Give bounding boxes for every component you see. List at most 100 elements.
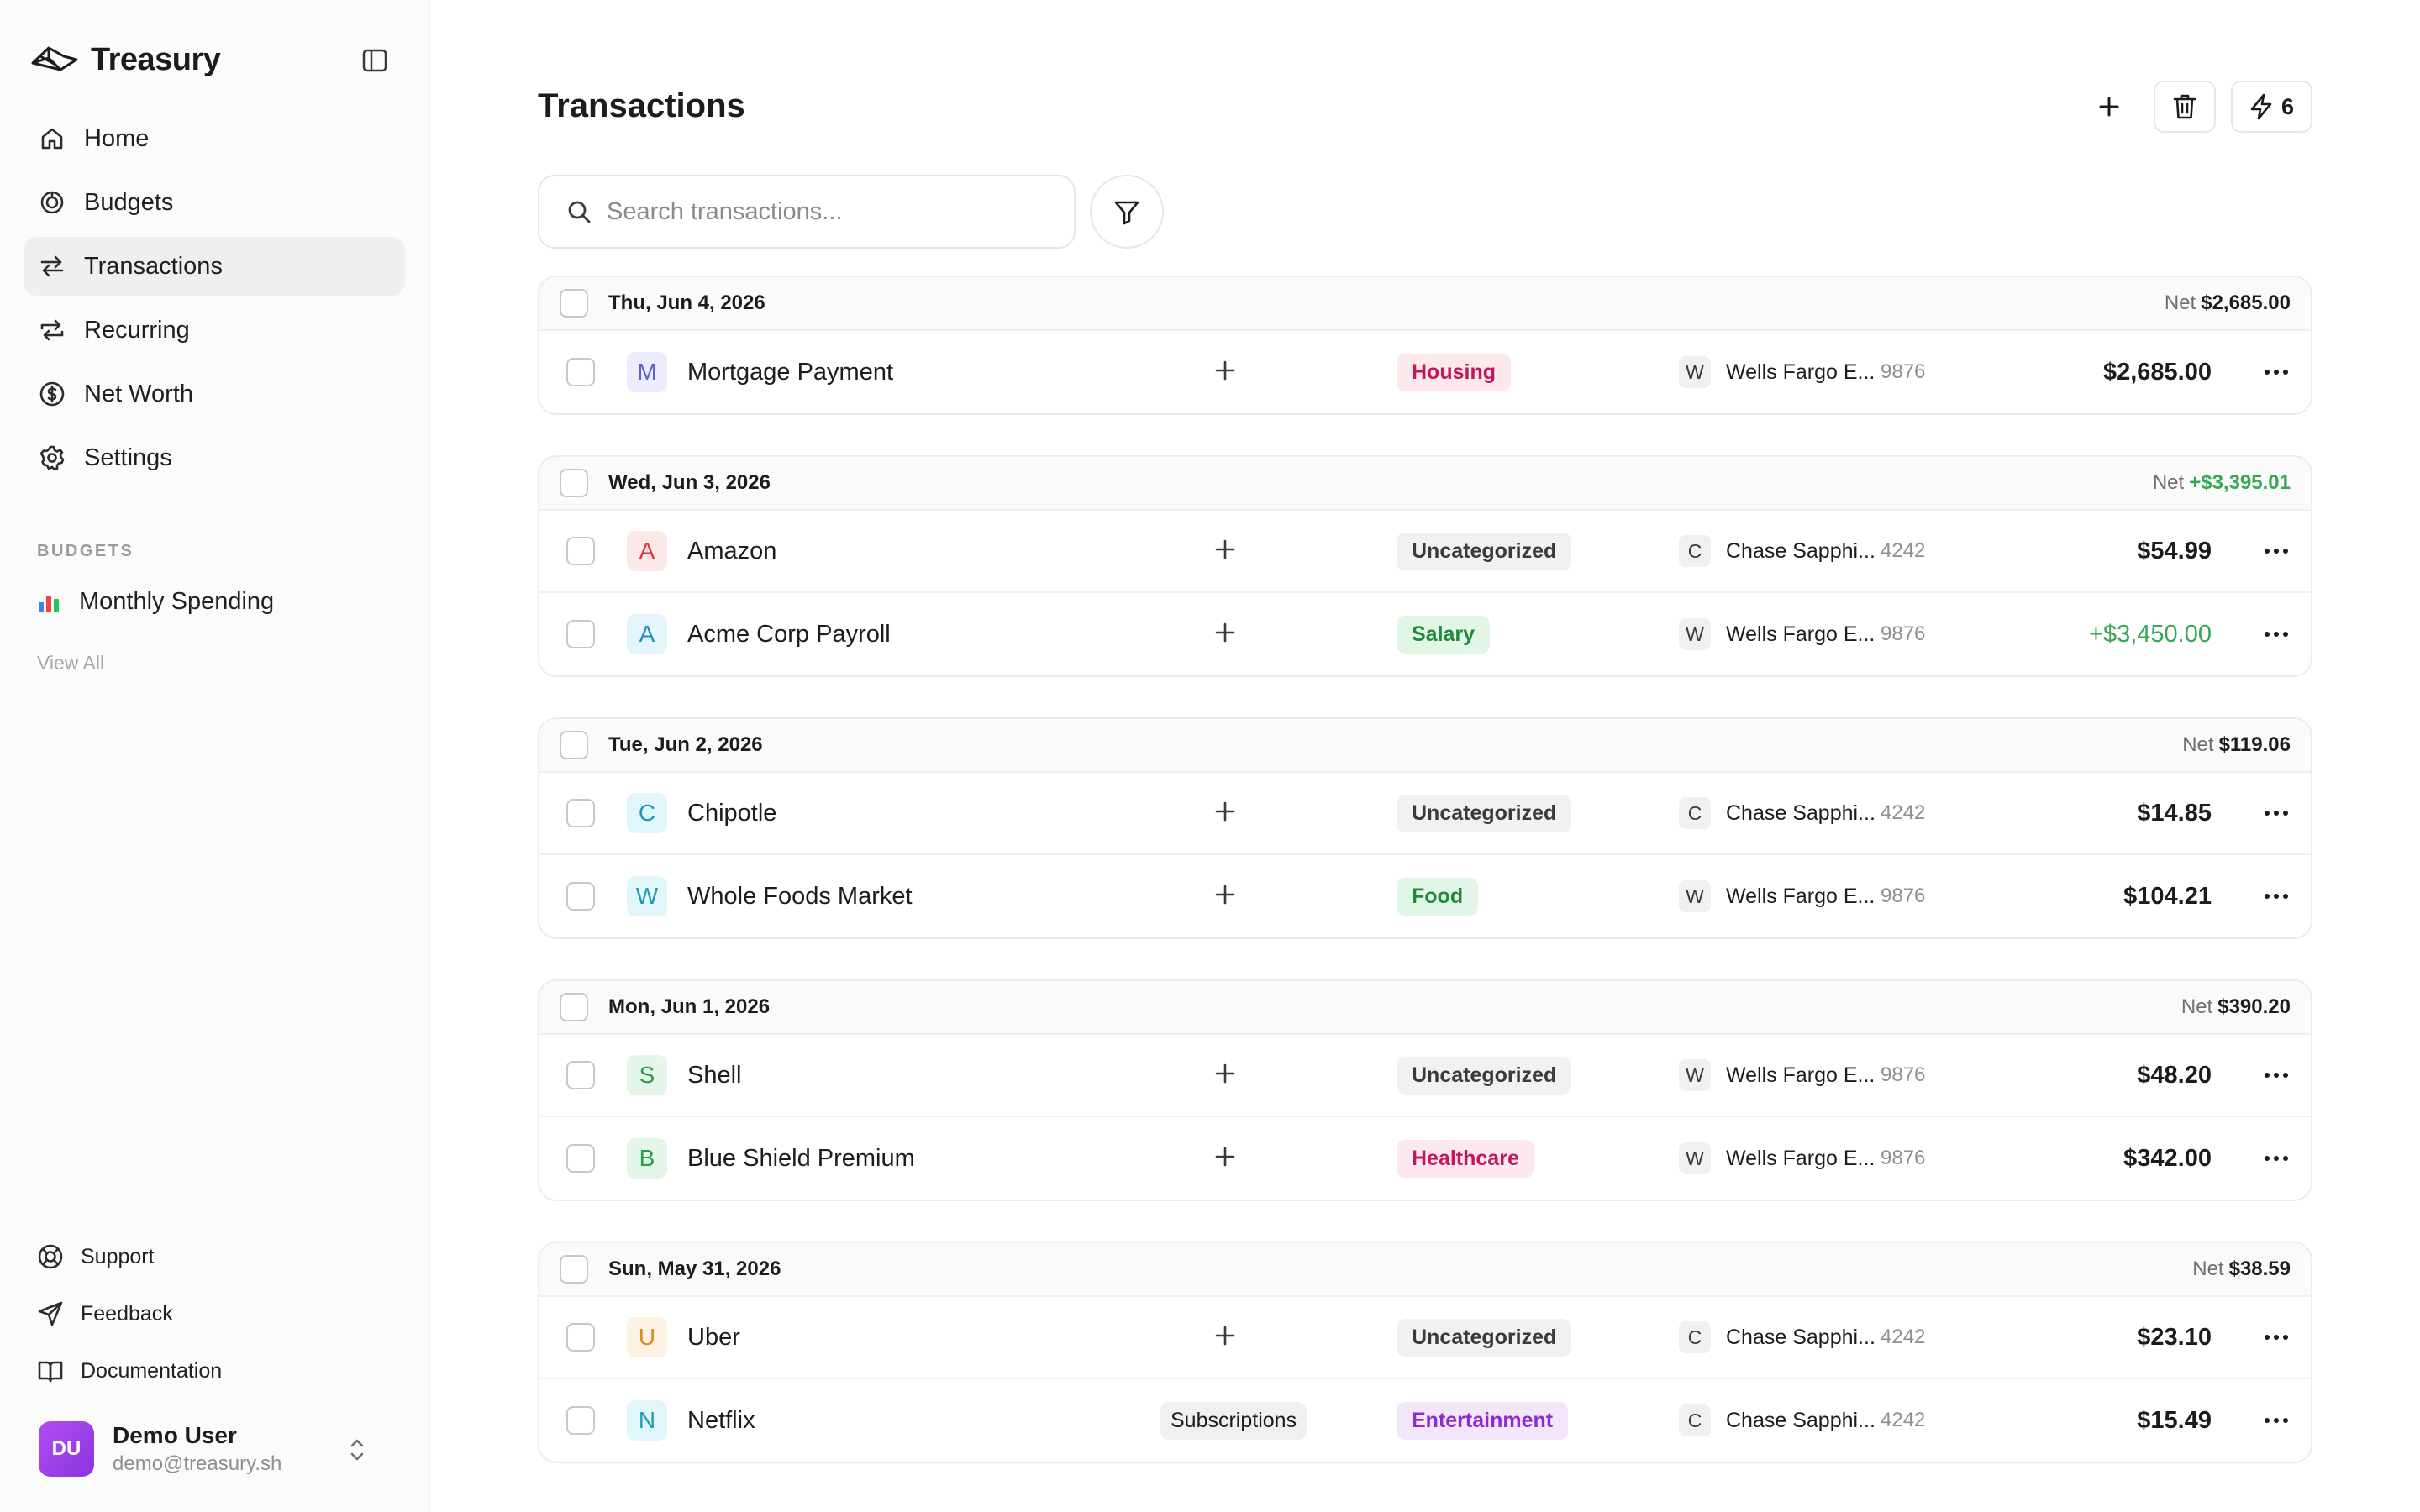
account-mask: 9876	[1881, 1147, 1926, 1169]
add-tag-button[interactable]	[1212, 1325, 1239, 1351]
add-transaction-button[interactable]	[2080, 81, 2139, 133]
category-badge[interactable]: Healthcare	[1397, 1139, 1534, 1178]
category-badge[interactable]: Housing	[1397, 353, 1511, 391]
more-actions-button[interactable]	[2264, 1151, 2289, 1166]
lifebuoy-icon	[38, 1244, 63, 1269]
delete-button[interactable]	[2153, 81, 2216, 133]
feedback-link[interactable]: Feedback	[37, 1285, 222, 1342]
merchant-initial: W	[627, 876, 667, 916]
net-label: Net	[2152, 471, 2185, 494]
select-transaction-checkbox[interactable]	[566, 1323, 595, 1352]
select-group-checkbox[interactable]	[560, 469, 588, 497]
more-actions-button[interactable]	[2264, 365, 2289, 380]
support-link[interactable]: Support	[37, 1228, 222, 1285]
select-transaction-checkbox[interactable]	[566, 358, 595, 386]
transaction-row[interactable]: M Mortgage Payment Housing W Wells Fargo…	[539, 331, 2311, 413]
transaction-row[interactable]: N Netflix Subscriptions Entertainment C …	[539, 1379, 2311, 1462]
add-tag-button[interactable]	[1212, 538, 1239, 564]
category-badge[interactable]: Uncategorized	[1397, 794, 1572, 832]
add-tag-button[interactable]	[1212, 1063, 1239, 1089]
automations-button[interactable]: 6	[2230, 81, 2312, 133]
sidebar-item-label: Settings	[84, 444, 172, 471]
transaction-row[interactable]: S Shell Uncategorized W Wells Fargo E...…	[539, 1035, 2311, 1117]
add-tag-button[interactable]	[1212, 884, 1239, 910]
transaction-date-group: Mon, Jun 1, 2026 Net $390.20 S Shell Unca…	[538, 979, 2312, 1201]
account-initial: C	[1679, 1321, 1711, 1353]
transaction-row[interactable]: B Blue Shield Premium Healthcare W Wells…	[539, 1117, 2311, 1200]
transaction-row[interactable]: U Uber Uncategorized C Chase Sapphi... 4…	[539, 1297, 2311, 1379]
tag-chip[interactable]: Subscriptions	[1160, 1401, 1307, 1440]
transaction-row[interactable]: C Chipotle Uncategorized C Chase Sapphi.…	[539, 773, 2311, 855]
net-value: +$3,395.01	[2189, 471, 2291, 494]
merchant-name[interactable]: Mortgage Payment	[687, 359, 893, 386]
lightning-icon	[2250, 93, 2272, 120]
merchant-name[interactable]: Whole Foods Market	[687, 883, 913, 911]
account-name: Chase Sapphi...	[1726, 1325, 1876, 1349]
sidebar-item-transactions[interactable]: Transactions	[24, 237, 405, 296]
more-actions-button[interactable]	[2264, 889, 2289, 904]
view-all-budgets-link[interactable]: View All	[37, 652, 104, 675]
search-bar[interactable]	[538, 175, 1076, 249]
category-badge[interactable]: Uncategorized	[1397, 1056, 1572, 1095]
sidebar-item-budgets[interactable]: Budgets	[24, 173, 405, 232]
transaction-row[interactable]: A Acme Corp Payroll Salary W Wells Fargo…	[539, 593, 2311, 675]
account-mask: 4242	[1881, 1326, 1926, 1348]
more-actions-button[interactable]	[2264, 627, 2289, 642]
plus-icon	[1215, 539, 1235, 559]
sidebar-item-net-worth[interactable]: Net Worth	[24, 365, 405, 423]
select-transaction-checkbox[interactable]	[566, 1144, 595, 1173]
transaction-row[interactable]: W Whole Foods Market Food W Wells Fargo …	[539, 855, 2311, 937]
net-value: $38.59	[2228, 1257, 2291, 1280]
merchant-name[interactable]: Chipotle	[687, 800, 776, 827]
select-group-checkbox[interactable]	[560, 289, 588, 318]
select-group-checkbox[interactable]	[560, 993, 588, 1021]
category-badge[interactable]: Uncategorized	[1397, 1318, 1572, 1357]
support-label: Support	[81, 1244, 155, 1268]
add-tag-button[interactable]	[1212, 360, 1239, 386]
add-tag-button[interactable]	[1212, 801, 1239, 827]
sidebar-item-settings[interactable]: Settings	[24, 428, 405, 487]
account-mask: 4242	[1881, 801, 1926, 824]
select-transaction-checkbox[interactable]	[566, 537, 595, 565]
merchant-name[interactable]: Amazon	[687, 538, 776, 565]
more-actions-button[interactable]	[2264, 1068, 2289, 1083]
merchant-name[interactable]: Acme Corp Payroll	[687, 621, 891, 648]
more-actions-button[interactable]	[2264, 806, 2289, 821]
user-menu[interactable]: DU Demo User demo@treasury.sh	[39, 1420, 392, 1478]
search-input[interactable]	[607, 197, 1060, 226]
account-mask: 4242	[1881, 539, 1926, 562]
filter-button[interactable]	[1090, 175, 1164, 249]
documentation-link[interactable]: Documentation	[37, 1342, 222, 1399]
sidebar-toggle-icon	[362, 49, 387, 72]
merchant-name[interactable]: Shell	[687, 1062, 742, 1089]
sidebar-item-home[interactable]: Home	[24, 109, 405, 168]
sidebar-toggle-button[interactable]	[358, 45, 392, 76]
sidebar-item-recurring[interactable]: Recurring	[24, 301, 405, 360]
merchant-name[interactable]: Netflix	[687, 1407, 755, 1435]
transaction-row[interactable]: A Amazon Uncategorized C Chase Sapphi...…	[539, 511, 2311, 593]
select-group-checkbox[interactable]	[560, 1255, 588, 1284]
account-name: Chase Sapphi...	[1726, 538, 1876, 563]
category-badge[interactable]: Entertainment	[1397, 1401, 1569, 1440]
select-transaction-checkbox[interactable]	[566, 620, 595, 648]
select-group-checkbox[interactable]	[560, 731, 588, 759]
more-actions-button[interactable]	[2264, 543, 2289, 559]
merchant-initial: U	[627, 1317, 667, 1357]
add-tag-button[interactable]	[1212, 1146, 1239, 1172]
transaction-amount: $54.99	[2137, 537, 2212, 564]
select-transaction-checkbox[interactable]	[566, 882, 595, 911]
merchant-name[interactable]: Uber	[687, 1324, 740, 1352]
category-badge[interactable]: Uncategorized	[1397, 532, 1572, 570]
more-actions-button[interactable]	[2264, 1413, 2289, 1428]
brand[interactable]: Treasury	[30, 39, 221, 81]
select-transaction-checkbox[interactable]	[566, 799, 595, 827]
sidebar-budget-monthly-spending[interactable]: Monthly Spending	[37, 588, 274, 616]
select-transaction-checkbox[interactable]	[566, 1406, 595, 1435]
category-badge[interactable]: Food	[1397, 877, 1479, 916]
category-badge[interactable]: Salary	[1397, 615, 1491, 654]
add-tag-button[interactable]	[1212, 622, 1239, 648]
merchant-name[interactable]: Blue Shield Premium	[687, 1145, 915, 1173]
more-actions-button[interactable]	[2264, 1330, 2289, 1345]
user-email: demo@treasury.sh	[113, 1452, 282, 1475]
select-transaction-checkbox[interactable]	[566, 1061, 595, 1089]
